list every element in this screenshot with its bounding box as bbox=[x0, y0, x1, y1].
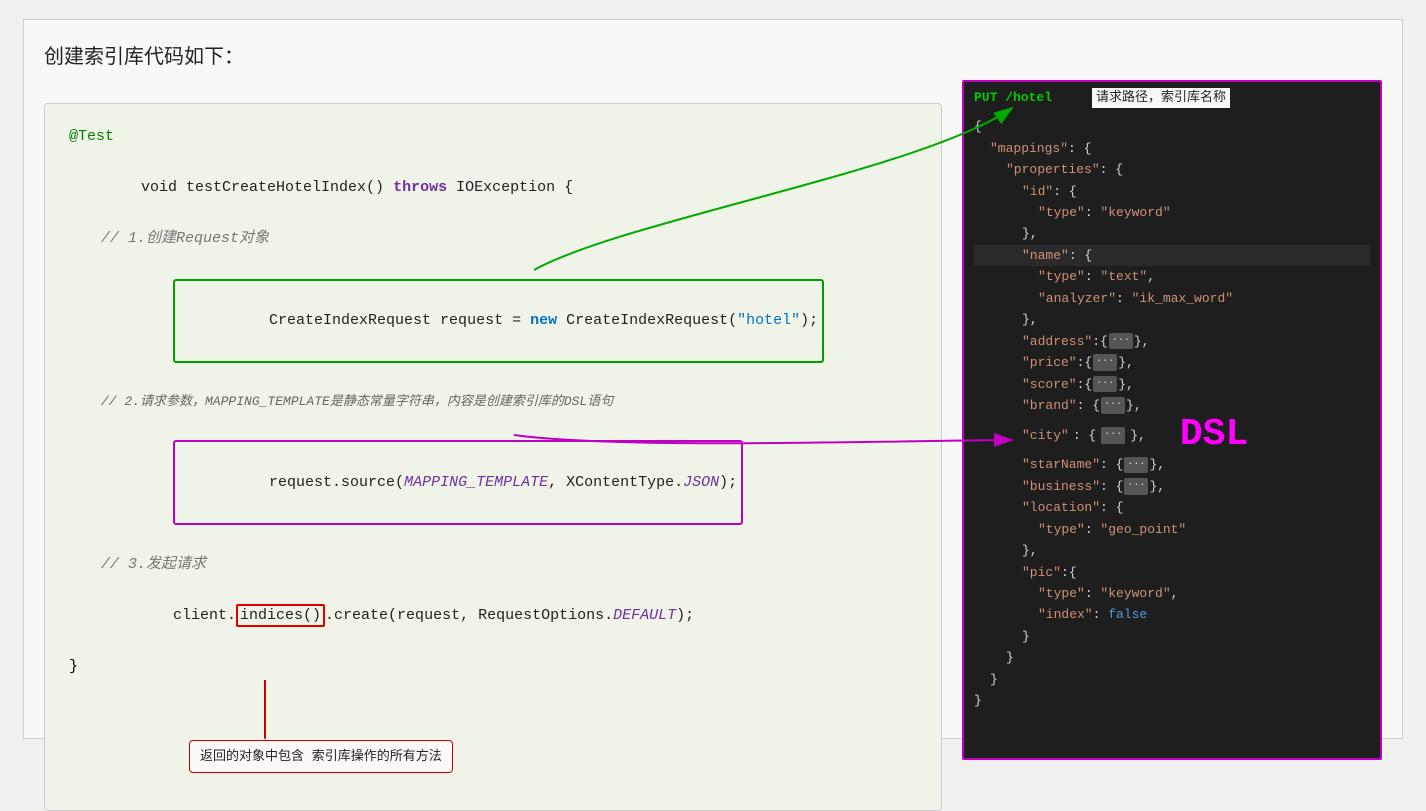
page-title: 创建索引库代码如下： bbox=[44, 40, 942, 69]
json-line-2: "properties": { bbox=[974, 159, 1370, 180]
json-line-19: }, bbox=[974, 540, 1370, 561]
red-arrow-line bbox=[264, 680, 266, 740]
json-line-7: "type": "text", bbox=[974, 266, 1370, 287]
code-comment1: // 1.创建Request对象 bbox=[101, 226, 917, 252]
json-line-18: "type": "geo_point" bbox=[974, 519, 1370, 540]
json-line-3: "id": { bbox=[974, 181, 1370, 202]
json-line-23: } bbox=[974, 626, 1370, 647]
right-wrapper: PUT /hotel 请求路径，索引库名称 { "mappings": { "p… bbox=[962, 40, 1382, 718]
json-line-16: "business": {···}, bbox=[974, 476, 1370, 497]
code-line-source: request.source(MAPPING_TEMPLATE, XConten… bbox=[101, 415, 917, 551]
code-block: @Test void testCreateHotelIndex() throws… bbox=[44, 103, 942, 811]
json-line-10: "address":{···}, bbox=[974, 331, 1370, 352]
main-container: 创建索引库代码如下： @Test void testCreateHotelInd… bbox=[23, 19, 1403, 739]
json-line-6: "name": { bbox=[974, 245, 1370, 266]
json-content: { "mappings": { "properties": { "id": { … bbox=[974, 112, 1370, 715]
code-method-signature: void testCreateHotelIndex() throws IOExc… bbox=[69, 149, 917, 226]
code-comment2: // 2.请求参数，MAPPING_TEMPLATE是静态常量字符串，内容是创建… bbox=[101, 391, 917, 413]
json-line-26: } bbox=[974, 690, 1370, 711]
json-line-25: } bbox=[974, 669, 1370, 690]
json-line-20: "pic":{ bbox=[974, 562, 1370, 583]
balloon: 返回的对象中包含 索引库操作的所有方法 bbox=[189, 740, 453, 774]
json-line-21: "type": "keyword", bbox=[974, 583, 1370, 604]
json-line-24: } bbox=[974, 647, 1370, 668]
json-line-8: "analyzer": "ik_max_word" bbox=[974, 288, 1370, 309]
json-line-5: }, bbox=[974, 223, 1370, 244]
right-panel: PUT /hotel 请求路径，索引库名称 { "mappings": { "p… bbox=[962, 80, 1382, 760]
code-line-create: CreateIndexRequest request = new CreateI… bbox=[101, 253, 917, 389]
put-header: PUT /hotel 请求路径，索引库名称 bbox=[974, 88, 1370, 109]
json-line-17: "location": { bbox=[974, 497, 1370, 518]
json-line-14: "city": {···}, DSL bbox=[974, 416, 1370, 454]
json-line-11: "price":{···}, bbox=[974, 352, 1370, 373]
code-annotation-test: @Test bbox=[69, 124, 917, 150]
json-line-9: }, bbox=[974, 309, 1370, 330]
json-line-15: "starName": {···}, bbox=[974, 454, 1370, 475]
arrow-label-area bbox=[962, 40, 1382, 80]
json-line-4: "type": "keyword" bbox=[974, 202, 1370, 223]
balloon-area: 返回的对象中包含 索引库操作的所有方法 bbox=[69, 680, 917, 790]
code-closing: } bbox=[69, 654, 917, 680]
json-line-13: "brand": {···}, bbox=[974, 395, 1370, 416]
code-comment3: // 3.发起请求 bbox=[101, 552, 917, 578]
code-line-client: client.indices().create(request, Request… bbox=[101, 578, 917, 655]
json-line-1: "mappings": { bbox=[974, 138, 1370, 159]
left-panel: 创建索引库代码如下： @Test void testCreateHotelInd… bbox=[44, 40, 942, 718]
put-method: PUT /hotel bbox=[974, 88, 1052, 109]
json-line-12: "score":{···}, bbox=[974, 374, 1370, 395]
dsl-label: DSL bbox=[1180, 416, 1248, 454]
annotation-label: 请求路径，索引库名称 bbox=[1092, 88, 1230, 109]
json-line-22: "index": false bbox=[974, 604, 1370, 625]
json-line-0: { bbox=[974, 116, 1370, 137]
